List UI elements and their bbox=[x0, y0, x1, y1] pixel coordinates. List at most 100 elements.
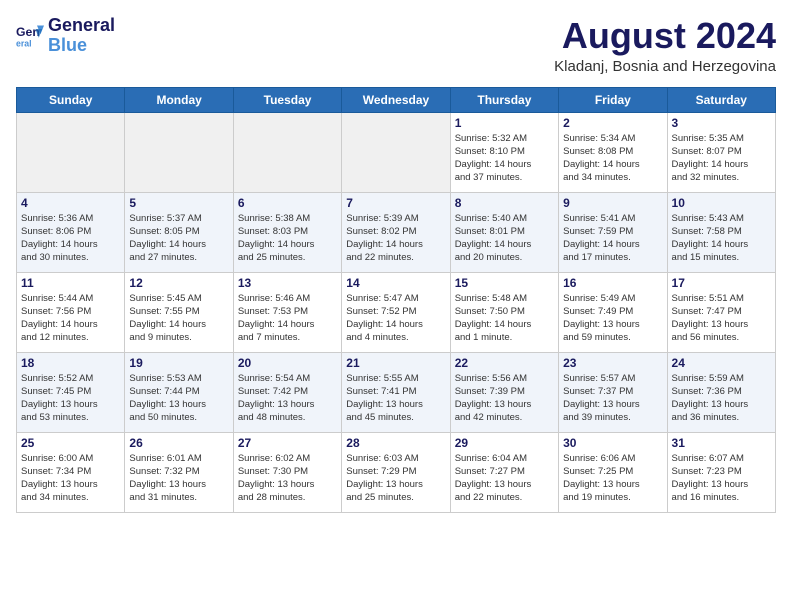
day-number: 2 bbox=[563, 116, 662, 130]
calendar-cell: 20Sunrise: 5:54 AM Sunset: 7:42 PM Dayli… bbox=[233, 352, 341, 432]
weekday-header-tuesday: Tuesday bbox=[233, 87, 341, 112]
day-number: 9 bbox=[563, 196, 662, 210]
calendar-cell: 10Sunrise: 5:43 AM Sunset: 7:58 PM Dayli… bbox=[667, 192, 775, 272]
day-info: Sunrise: 6:07 AM Sunset: 7:23 PM Dayligh… bbox=[672, 452, 771, 505]
calendar-cell: 22 Sunrise: 5:56 AM Sunset: 7:39 PM Dayli… bbox=[450, 352, 558, 432]
day-number: 13 bbox=[238, 276, 337, 290]
calendar-cell: 6 Sunrise: 5:38 AM Sunset: 8:03 PM Daylig… bbox=[233, 192, 341, 272]
weekday-header-thursday: Thursday bbox=[450, 87, 558, 112]
day-number: 8 bbox=[455, 196, 554, 210]
day-info: Sunrise: 5:34 AM Sunset: 8:08 PM Dayligh… bbox=[563, 132, 662, 185]
logo: Gen eral General Blue bbox=[16, 16, 115, 56]
calendar-cell bbox=[125, 112, 233, 192]
calendar-cell: 4Sunrise: 5:36 AM Sunset: 8:06 PM Daylig… bbox=[17, 192, 125, 272]
logo-text-line2: Blue bbox=[48, 36, 115, 56]
calendar-cell: 14 Sunrise: 5:47 AM Sunset: 7:52 PM Dayli… bbox=[342, 272, 450, 352]
calendar-week-row: 18Sunrise: 5:52 AM Sunset: 7:45 PM Dayli… bbox=[17, 352, 776, 432]
weekday-header-row: SundayMondayTuesdayWednesdayThursdayFrid… bbox=[17, 87, 776, 112]
day-info: Sunrise: 5:48 AM Sunset: 7:50 PM Dayligh… bbox=[455, 292, 554, 345]
calendar-week-row: 25Sunrise: 6:00 AM Sunset: 7:34 PM Dayli… bbox=[17, 432, 776, 512]
calendar-week-row: 11 Sunrise: 5:44 AM Sunset: 7:56 PM Dayli… bbox=[17, 272, 776, 352]
day-number: 31 bbox=[672, 436, 771, 450]
day-number: 12 bbox=[129, 276, 228, 290]
day-info: Sunrise: 5:44 AM Sunset: 7:56 PM Dayligh… bbox=[21, 292, 120, 345]
calendar-cell: 23 Sunrise: 5:57 AM Sunset: 7:37 PM Dayli… bbox=[559, 352, 667, 432]
calendar-cell: 19 Sunrise: 5:53 AM Sunset: 7:44 PM Dayli… bbox=[125, 352, 233, 432]
location-subtitle: Kladanj, Bosnia and Herzegovina bbox=[554, 58, 776, 75]
weekday-header-wednesday: Wednesday bbox=[342, 87, 450, 112]
day-number: 11 bbox=[21, 276, 120, 290]
calendar-cell bbox=[233, 112, 341, 192]
day-number: 5 bbox=[129, 196, 228, 210]
day-number: 29 bbox=[455, 436, 554, 450]
day-info: Sunrise: 5:54 AM Sunset: 7:42 PM Dayligh… bbox=[238, 372, 337, 425]
day-number: 18 bbox=[21, 356, 120, 370]
day-info: Sunrise: 5:36 AM Sunset: 8:06 PM Dayligh… bbox=[21, 212, 120, 265]
calendar-cell: 27Sunrise: 6:02 AM Sunset: 7:30 PM Dayli… bbox=[233, 432, 341, 512]
day-info: Sunrise: 5:40 AM Sunset: 8:01 PM Dayligh… bbox=[455, 212, 554, 265]
svg-text:Gen: Gen bbox=[16, 25, 40, 39]
day-number: 3 bbox=[672, 116, 771, 130]
calendar-cell: 8 Sunrise: 5:40 AM Sunset: 8:01 PM Daylig… bbox=[450, 192, 558, 272]
logo-text-line1: General bbox=[48, 16, 115, 36]
calendar-cell: 29Sunrise: 6:04 AM Sunset: 7:27 PM Dayli… bbox=[450, 432, 558, 512]
day-number: 7 bbox=[346, 196, 445, 210]
day-number: 6 bbox=[238, 196, 337, 210]
day-number: 21 bbox=[346, 356, 445, 370]
calendar-cell: 26 Sunrise: 6:01 AM Sunset: 7:32 PM Dayli… bbox=[125, 432, 233, 512]
day-info: Sunrise: 5:47 AM Sunset: 7:52 PM Dayligh… bbox=[346, 292, 445, 345]
month-year-title: August 2024 bbox=[554, 16, 776, 56]
calendar-cell: 11 Sunrise: 5:44 AM Sunset: 7:56 PM Dayli… bbox=[17, 272, 125, 352]
calendar-cell: 2 Sunrise: 5:34 AM Sunset: 8:08 PM Daylig… bbox=[559, 112, 667, 192]
day-info: Sunrise: 5:51 AM Sunset: 7:47 PM Dayligh… bbox=[672, 292, 771, 345]
calendar-week-row: 1 Sunrise: 5:32 AM Sunset: 8:10 PM Daylig… bbox=[17, 112, 776, 192]
day-number: 22 bbox=[455, 356, 554, 370]
day-info: Sunrise: 5:53 AM Sunset: 7:44 PM Dayligh… bbox=[129, 372, 228, 425]
day-number: 26 bbox=[129, 436, 228, 450]
weekday-header-friday: Friday bbox=[559, 87, 667, 112]
page-header: Gen eral General Blue August 2024 Kladan… bbox=[16, 16, 776, 75]
calendar-cell: 25Sunrise: 6:00 AM Sunset: 7:34 PM Dayli… bbox=[17, 432, 125, 512]
weekday-header-monday: Monday bbox=[125, 87, 233, 112]
weekday-header-sunday: Sunday bbox=[17, 87, 125, 112]
day-number: 14 bbox=[346, 276, 445, 290]
day-number: 19 bbox=[129, 356, 228, 370]
day-info: Sunrise: 5:45 AM Sunset: 7:55 PM Dayligh… bbox=[129, 292, 228, 345]
calendar-table: SundayMondayTuesdayWednesdayThursdayFrid… bbox=[16, 87, 776, 513]
day-info: Sunrise: 5:35 AM Sunset: 8:07 PM Dayligh… bbox=[672, 132, 771, 185]
calendar-cell: 9Sunrise: 5:41 AM Sunset: 7:59 PM Daylig… bbox=[559, 192, 667, 272]
day-info: Sunrise: 5:59 AM Sunset: 7:36 PM Dayligh… bbox=[672, 372, 771, 425]
day-info: Sunrise: 5:32 AM Sunset: 8:10 PM Dayligh… bbox=[455, 132, 554, 185]
day-info: Sunrise: 6:01 AM Sunset: 7:32 PM Dayligh… bbox=[129, 452, 228, 505]
day-number: 15 bbox=[455, 276, 554, 290]
day-number: 17 bbox=[672, 276, 771, 290]
calendar-cell: 16 Sunrise: 5:49 AM Sunset: 7:49 PM Dayli… bbox=[559, 272, 667, 352]
day-number: 16 bbox=[563, 276, 662, 290]
day-number: 28 bbox=[346, 436, 445, 450]
day-info: Sunrise: 5:57 AM Sunset: 7:37 PM Dayligh… bbox=[563, 372, 662, 425]
day-info: Sunrise: 5:49 AM Sunset: 7:49 PM Dayligh… bbox=[563, 292, 662, 345]
title-block: August 2024 Kladanj, Bosnia and Herzegov… bbox=[554, 16, 776, 75]
calendar-cell bbox=[17, 112, 125, 192]
day-info: Sunrise: 5:56 AM Sunset: 7:39 PM Dayligh… bbox=[455, 372, 554, 425]
day-info: Sunrise: 5:55 AM Sunset: 7:41 PM Dayligh… bbox=[346, 372, 445, 425]
day-number: 25 bbox=[21, 436, 120, 450]
day-info: Sunrise: 6:03 AM Sunset: 7:29 PM Dayligh… bbox=[346, 452, 445, 505]
calendar-cell: 13Sunrise: 5:46 AM Sunset: 7:53 PM Dayli… bbox=[233, 272, 341, 352]
day-number: 23 bbox=[563, 356, 662, 370]
day-number: 24 bbox=[672, 356, 771, 370]
calendar-cell: 7 Sunrise: 5:39 AM Sunset: 8:02 PM Daylig… bbox=[342, 192, 450, 272]
logo-icon: Gen eral bbox=[16, 22, 44, 50]
calendar-cell: 18Sunrise: 5:52 AM Sunset: 7:45 PM Dayli… bbox=[17, 352, 125, 432]
day-number: 30 bbox=[563, 436, 662, 450]
calendar-cell: 30 Sunrise: 6:06 AM Sunset: 7:25 PM Dayli… bbox=[559, 432, 667, 512]
day-number: 1 bbox=[455, 116, 554, 130]
calendar-cell: 28 Sunrise: 6:03 AM Sunset: 7:29 PM Dayli… bbox=[342, 432, 450, 512]
day-info: Sunrise: 5:39 AM Sunset: 8:02 PM Dayligh… bbox=[346, 212, 445, 265]
day-info: Sunrise: 5:38 AM Sunset: 8:03 PM Dayligh… bbox=[238, 212, 337, 265]
calendar-cell bbox=[342, 112, 450, 192]
day-info: Sunrise: 6:06 AM Sunset: 7:25 PM Dayligh… bbox=[563, 452, 662, 505]
calendar-cell: 1 Sunrise: 5:32 AM Sunset: 8:10 PM Daylig… bbox=[450, 112, 558, 192]
day-number: 27 bbox=[238, 436, 337, 450]
calendar-cell: 24 Sunrise: 5:59 AM Sunset: 7:36 PM Dayli… bbox=[667, 352, 775, 432]
